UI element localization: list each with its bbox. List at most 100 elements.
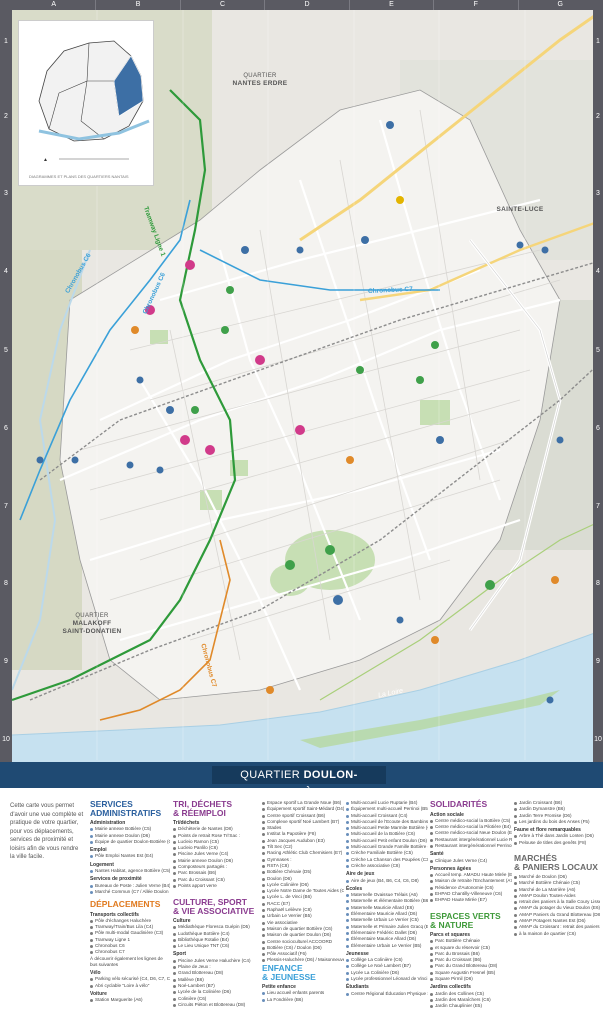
label-sainte-luce: SAINTE-LUCE [490, 206, 550, 214]
grid-row-label: 3 [596, 190, 600, 197]
grid-column-bar: A B C D E F G [12, 0, 603, 10]
legend-list: Station Marguerite (A6) [90, 997, 170, 1003]
legend-item: Circuits Piéton et Blottereau (D8) [173, 1002, 259, 1008]
legend-heading: SERVICES ADMINISTRATIFS [90, 800, 170, 817]
legend-list: Mairie annexe Bottière (C5) Mairie annexe… [90, 826, 170, 845]
grid-row-label: 2 [596, 113, 600, 120]
grid-row-label: 10 [2, 736, 10, 743]
legend-list: Maternelle Ovaissue Trélais (A6) Maternel… [346, 892, 428, 949]
grid-row-label: 9 [596, 658, 600, 665]
grid-row-label: 1 [4, 38, 8, 45]
legend-espaces-verts: ESPACES VERTS & NATURE Parcs et squares P… [430, 912, 512, 1010]
legend-sport-vie-associative: Espace sportif La Grande Noue (B6) Équipe… [262, 800, 344, 964]
legend-list: Lieu accueil enfants parents La Fondrière… [262, 990, 344, 1003]
grid-col-label: G [519, 0, 603, 10]
legend-item: Nantes Habitat, agence Bottière (C5) [90, 868, 170, 874]
legend-item: Centre Régional Éducation Physique Sport… [346, 991, 428, 997]
grid-col-label: A [12, 0, 97, 10]
grid-row-label: 7 [596, 503, 600, 510]
grid-row-label: 2 [4, 113, 8, 120]
legend-item: Aire de jeux (B4, B6, C4, C6, D8) [346, 878, 428, 884]
grid-row-label: 6 [4, 425, 8, 432]
grid-row-label: 6 [596, 425, 600, 432]
locator-inset: ▲ DIAGRAMMES ET PLANS DES QUARTIERS NANT… [18, 20, 154, 186]
label-quartier-nantes-erdre: QUARTIER NANTES ERDRE [222, 72, 298, 88]
grid-row-label: 10 [594, 736, 602, 743]
label-line: SAINT-DONATIEN [62, 628, 122, 635]
legend-solidarites: SOLIDARITÉS Action sociale Centre médico… [430, 800, 512, 904]
heading-line: & RÉEMPLOI [173, 807, 226, 818]
legend-item: Restaurant intergénérationnel Perrinoi (… [430, 843, 512, 849]
legend-marches: MARCHÉS & PANIERS LOCAUX Marché de Doulon… [514, 854, 600, 937]
grid-row-label: 3 [4, 190, 8, 197]
grid-row-label: 5 [596, 347, 600, 354]
legend-heading: ENFANCE & JEUNESSE [262, 964, 344, 981]
legend-list: Centre médico-social la Bottière (C5) Cen… [430, 818, 512, 849]
grid-row-label: 5 [4, 347, 8, 354]
legend-list: Pôle Emploi Nantes Est (E4) [90, 853, 170, 859]
legend-jardins: Jardin Croissant (B6) Jardin Dymanstre (B… [514, 800, 600, 846]
grid-row-label: 8 [4, 580, 8, 587]
grid-col-label: F [434, 0, 519, 10]
svg-text:▲: ▲ [43, 157, 48, 163]
heading-line: & JEUNESSE [262, 971, 316, 982]
legend-item: La Fondrière (B6) [262, 997, 344, 1003]
legend-list: Aire de jeux (B4, B6, C4, C6, D8) [346, 878, 428, 884]
legend-item: Le Lieu Unique TNT (C6) [173, 943, 259, 949]
grid-row-label: 7 [4, 503, 8, 510]
grid-row-label: 4 [596, 268, 600, 275]
legend-enfance: ENFANCE & JEUNESSE Petite enfance Lieu ac… [262, 964, 344, 1003]
heading-line: ADMINISTRATIFS [90, 807, 162, 818]
grid-col-label: B [96, 0, 181, 10]
legend-heading: MARCHÉS & PANIERS LOCAUX [514, 854, 600, 871]
legend-list: Collège La Colinière (C6) Collège Le Noé … [346, 957, 428, 982]
legend-item: Chronobus C7 [90, 949, 170, 955]
legend-list: Parking vélo sécurisé (C4, D6, C7, C8) Ab… [90, 976, 170, 989]
district-map[interactable]: A B C D E F G 1 2 3 4 5 6 7 8 9 10 1 2 3… [0, 0, 603, 780]
legend-note: À découvrir également les lignes de bus … [90, 955, 163, 967]
legend-list: Centre Régional Éducation Physique Sport… [346, 991, 428, 997]
legend-list: Déchèterie de Nantes (D8) Points de retra… [173, 826, 259, 889]
legend-item: EHPAD Haute Mirée (E7) [430, 897, 512, 903]
grid-row-bar-left: 1 2 3 4 5 6 7 8 9 10 [0, 0, 12, 780]
legend-item: Élémentaire Urbain Le Verrier (B5) [346, 943, 428, 949]
legend-list: Arbre à Thé dans Jardin Lonten (D6) Pelou… [514, 833, 600, 846]
legend-list: Jardin des Collines (C5) Jardin des Maraî… [430, 991, 512, 1010]
legend-list: Multi-accueil Lucie Ruptarie (B4) Équipem… [346, 800, 428, 869]
legend-item: Les jardins du bois des Anses (F5) [514, 819, 600, 825]
legend-item: Clinique Jules Verne (C4) [430, 858, 512, 864]
legend-list: Nantes Habitat, agence Bottière (C5) [90, 868, 170, 874]
legend-panel: Cette carte vous permet d'avoir une vue … [0, 792, 603, 1024]
legend-item: Abri cyclable "Loire à vélo" [90, 983, 170, 989]
legend-culture: CULTURE, SPORT & VIE ASSOCIATIVE Culture … [173, 898, 259, 1008]
title-band: QUARTIER DOULON-BOTTIÈRE [0, 762, 603, 799]
legend-heading: ESPACES VERTS & NATURE [430, 912, 512, 929]
legend-list: Bureaux de Poste : Julien Verne (B4) Marc… [90, 883, 170, 896]
legend-item: Pelouse de titles des genêts (F8) [514, 840, 600, 846]
label-line: NANTES ERDRE [232, 80, 288, 87]
legend-list: Jardin Croissant (B6) Jardin Dymanstre (B… [514, 800, 600, 825]
legend-heading: DÉPLACEMENTS [90, 899, 161, 909]
legend-heading: SOLIDARITÉS [430, 799, 488, 809]
legend-item: Station Marguerite (A6) [90, 997, 170, 1003]
legend-heading: CULTURE, SPORT & VIE ASSOCIATIVE [173, 898, 259, 915]
legend-list: Parc Bottière Chénaie et square du réserv… [430, 938, 512, 982]
grid-col-label: E [350, 0, 435, 10]
legend-list: Espace sportif La Grande Noue (B6) Équipe… [262, 800, 344, 964]
label-line: QUARTIER [243, 73, 277, 79]
legend-item: à la maison de quartier (C6) [514, 931, 600, 937]
legend-item: Jardin Chauplinier (E5) [430, 1003, 512, 1009]
label-quartier-malakoff: QUARTIER MALAKOFF SAINT-DONATIEN [52, 612, 132, 636]
legend-heading: TRI, DÉCHETS & RÉEMPLOI [173, 800, 259, 817]
label-line: SAINTE-LUCE [496, 206, 544, 213]
legend-item: Points apport verre [173, 883, 259, 889]
legend-item: Square Pirmil (D6) [430, 976, 512, 982]
legend-list: Pôle d'échanges Haluchère Tramway/Train/B… [90, 918, 170, 956]
title-prefix: QUARTIER [240, 769, 301, 781]
legend-services: SERVICES ADMINISTRATIFS Administration Ma… [90, 800, 170, 895]
page-title: QUARTIER DOULON-BOTTIÈRE [212, 766, 386, 799]
grid-col-label: C [181, 0, 266, 10]
heading-line: & PANIERS LOCAUX [514, 861, 598, 872]
legend-list: Marché de Doulon (D6) Marché Bottière Ché… [514, 874, 600, 937]
grid-col-label: D [265, 0, 350, 10]
